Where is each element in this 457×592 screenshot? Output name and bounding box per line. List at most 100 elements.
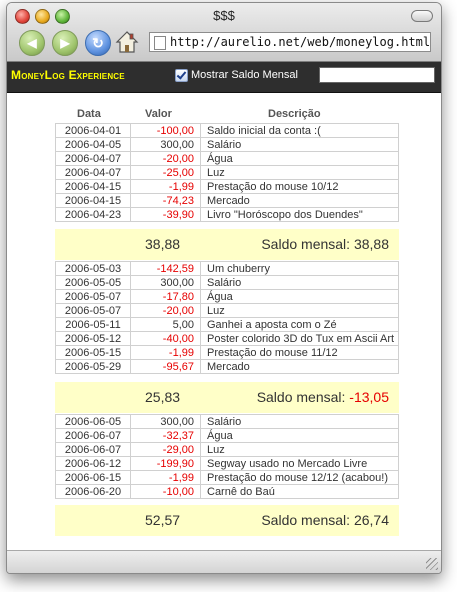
table-row[interactable]: 2006-06-07 -32,37 Água [55,428,399,443]
transaction-description: Mercado [200,193,399,208]
table-header: Data Valor Descrição [55,108,399,122]
transaction-date: 2006-05-15 [55,345,131,360]
monthly-balance-label: Saldo mensal: [256,389,350,405]
table-row[interactable]: 2006-05-07 -20,00 Luz [55,303,399,318]
filter-input[interactable] [319,67,435,83]
table-row[interactable]: 2006-06-05 300,00 Salário [55,414,399,429]
transaction-description: Água [200,151,399,166]
transaction-date: 2006-05-12 [55,331,131,346]
transaction-date: 2006-05-07 [55,303,131,318]
transaction-description: Um chuberry [200,261,399,276]
transaction-value: -1,99 [130,345,201,360]
transaction-value: -1,99 [130,470,201,485]
header-description: Descrição [268,108,321,120]
month-total-value: 25,83 [145,389,181,405]
transaction-value: -40,00 [130,331,201,346]
transaction-date: 2006-05-29 [55,359,131,374]
transaction-description: Água [200,289,399,304]
monthly-balance-label[interactable]: Mostrar Saldo Mensal [191,69,298,81]
transaction-value: 300,00 [130,414,201,429]
monthly-balance-value: -13,05 [349,389,389,405]
transaction-description: Luz [200,303,399,318]
month-table: 2006-06-05 300,00 Salário 2006-06-07 -32,37 Á… [55,414,399,499]
monthly-balance-label: Saldo mensal: [261,512,354,528]
status-bar [7,550,441,573]
transaction-description: Luz [200,442,399,457]
monthly-balance: Saldo mensal: 26,74 [261,512,389,528]
monthly-balance-value: 26,74 [353,512,389,528]
table-row[interactable]: 2006-05-15 -1,99 Prestação do mouse 11/12 [55,345,399,360]
table-row[interactable]: 2006-04-01 -100,00 Saldo inicial da conta … [55,123,399,138]
transaction-date: 2006-06-07 [55,442,131,457]
resize-grip-icon[interactable] [426,558,438,570]
transaction-value: -74,23 [130,193,201,208]
monthly-balance: Saldo mensal: 38,88 [261,236,389,252]
transaction-description: Salário [200,414,399,429]
table-row[interactable]: 2006-06-12 -199,90 Segway usado no Mercado… [55,456,399,471]
reload-button[interactable]: ↻ [85,30,111,56]
month-total-row: 25,83 Saldo mensal: -13,05 [55,382,399,413]
back-arrow-icon: ◀ [27,36,37,50]
table-row[interactable]: 2006-05-11 5,00 Ganhei a aposta com o Zé [55,317,399,332]
table-row[interactable]: 2006-05-12 -40,00 Poster colorido 3D do Tu… [55,331,399,346]
transaction-value: -10,00 [130,484,201,499]
table-row[interactable]: 2006-04-15 -1,99 Prestação do mouse 10/12 [55,179,399,194]
table-row[interactable]: 2006-06-15 -1,99 Prestação do mouse 12/12 … [55,470,399,485]
home-button[interactable] [115,30,139,54]
forward-arrow-icon: ▶ [60,36,70,50]
table-row[interactable]: 2006-05-03 -142,59 Um chuberry [55,261,399,276]
address-text: http://aurelio.net/web/moneylog.html [170,35,431,49]
month-total-row: 38,88 Saldo mensal: 38,88 [55,229,399,260]
table-row[interactable]: 2006-04-07 -20,00 Água [55,151,399,166]
app-logo: MoneyLog Experience [11,68,125,82]
transaction-description: Poster colorido 3D do Tux em Ascii Art [200,331,399,346]
transaction-description: Prestação do mouse 11/12 [200,345,399,360]
transaction-date: 2006-05-07 [55,289,131,304]
transaction-date: 2006-04-15 [55,179,131,194]
transaction-value: -100,00 [130,123,201,138]
month-table: 2006-05-03 -142,59 Um chuberry 2006-05-05 30… [55,261,399,374]
table-row[interactable]: 2006-04-15 -74,23 Mercado [55,193,399,208]
transaction-date: 2006-06-15 [55,470,131,485]
back-button[interactable]: ◀ [19,30,45,56]
transaction-value: -39,90 [130,207,201,222]
transaction-date: 2006-04-07 [55,151,131,166]
transaction-value: 5,00 [130,317,201,332]
page-icon [154,36,166,50]
transaction-description: Salário [200,137,399,152]
forward-button[interactable]: ▶ [52,30,78,56]
transaction-value: -25,00 [130,165,201,180]
transaction-description: Prestação do mouse 10/12 [200,179,399,194]
transaction-date: 2006-04-23 [55,207,131,222]
table-row[interactable]: 2006-05-05 300,00 Salário [55,275,399,290]
transaction-value: -29,00 [130,442,201,457]
header-value: Valor [145,108,172,120]
transaction-value: -17,80 [130,289,201,304]
table-row[interactable]: 2006-04-05 300,00 Salário [55,137,399,152]
table-row[interactable]: 2006-06-07 -29,00 Luz [55,442,399,457]
table-row[interactable]: 2006-04-23 -39,90 Livro "Horóscopo dos Due… [55,207,399,222]
header-date: Data [77,108,101,120]
transaction-date: 2006-06-05 [55,414,131,429]
table-row[interactable]: 2006-05-07 -17,80 Água [55,289,399,304]
transaction-value: -199,90 [130,456,201,471]
transaction-value: -32,37 [130,428,201,443]
transaction-date: 2006-06-12 [55,456,131,471]
address-bar[interactable]: http://aurelio.net/web/moneylog.html [149,32,431,52]
browser-window: $$$ ◀ ▶ ↻ http://aurelio.net/web/moneylo… [6,2,442,574]
month-total-value: 52,57 [145,512,181,528]
table-row[interactable]: 2006-04-07 -25,00 Luz [55,165,399,180]
transaction-date: 2006-05-05 [55,275,131,290]
monthly-balance-checkbox[interactable] [175,69,188,82]
month-total-row: 52,57 Saldo mensal: 26,74 [55,505,399,536]
transaction-description: Saldo inicial da conta :( [200,123,399,138]
window-title: $$$ [213,8,235,23]
transaction-value: -20,00 [130,303,201,318]
transaction-date: 2006-04-15 [55,193,131,208]
toolbar-toggle-button[interactable] [411,10,433,22]
transaction-date: 2006-06-20 [55,484,131,499]
table-row[interactable]: 2006-06-20 -10,00 Carnê do Baú [55,484,399,499]
transaction-description: Carnê do Baú [200,484,399,499]
transaction-date: 2006-05-11 [55,317,131,332]
table-row[interactable]: 2006-05-29 -95,67 Mercado [55,359,399,374]
